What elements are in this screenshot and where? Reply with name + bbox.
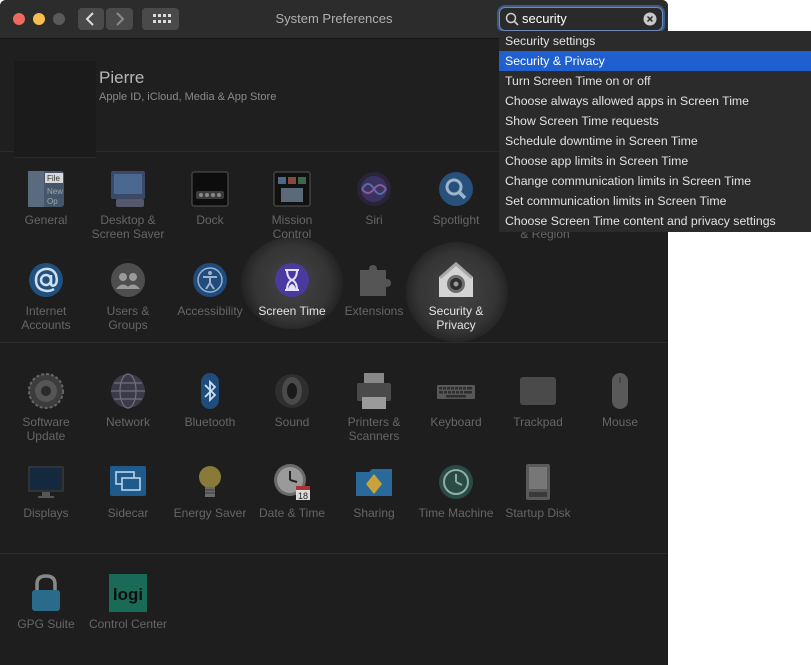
pane-label-mouse: Mouse (601, 415, 639, 429)
suggestion-item[interactable]: Choose app limits in Screen Time (499, 151, 811, 171)
pane-label-bluetooth: Bluetooth (184, 415, 236, 429)
printer-icon (357, 373, 391, 409)
users-icon (111, 263, 145, 297)
pane-label-software: Software Update (22, 415, 70, 443)
suggestion-item[interactable]: Change communication limits in Screen Ti… (499, 171, 811, 191)
suggestion-item[interactable]: Choose always allowed apps in Screen Tim… (499, 91, 811, 111)
search-icon (505, 12, 519, 26)
sharing-folder-icon (356, 469, 392, 496)
pane-label-sound: Sound (274, 415, 310, 429)
pane-label-energy: Energy Saver (173, 506, 247, 520)
pane-label-extensions: Extensions (344, 304, 404, 318)
pane-label-desktop: Desktop & Screen Saver (91, 213, 165, 241)
pane-label-control: Control Center (88, 617, 168, 631)
pane-label-mission: Mission Control (271, 213, 313, 241)
speaker-icon (275, 374, 309, 408)
pane-label-keyboard: Keyboard (430, 415, 482, 429)
clear-search-icon[interactable] (643, 12, 657, 26)
pane-label-accessibility: Accessibility (177, 304, 243, 318)
spotlight-icon (439, 172, 473, 206)
general-icon-new: New (47, 187, 63, 196)
trackpad-icon (520, 377, 556, 405)
pane-label-security: Security & Privacy (428, 304, 484, 332)
pane-label-dock: Dock (196, 213, 224, 227)
pane-label-datetime: Date & Time (258, 506, 326, 520)
at-sign-icon (29, 263, 63, 297)
siri-icon (357, 172, 391, 206)
suggestion-item[interactable]: Choose Screen Time content and privacy s… (499, 211, 811, 231)
search-suggestions-menu: Security settings Security & Privacy Tur… (499, 31, 811, 232)
pane-label-displays: Displays (23, 506, 69, 520)
general-icon-file: File (47, 174, 60, 183)
pane-label-printers: Printers & Scanners (347, 415, 401, 443)
logi-logo-icon: logi (109, 574, 147, 612)
sidecar-icon (110, 466, 146, 496)
pane-label-network: Network (105, 415, 150, 429)
hardware-prefs-section (0, 343, 668, 554)
disk-icon (526, 464, 550, 500)
mission-control-icon (273, 171, 311, 207)
pane-label-siri: Siri (365, 213, 383, 227)
logi-text: logi (113, 585, 143, 604)
pane-label-internet: Internet Accounts (21, 304, 71, 332)
pane-label-spotlight: Spotlight (432, 213, 480, 227)
pane-label-gpg: GPG Suite (17, 617, 75, 631)
globe-icon (111, 373, 145, 409)
mouse-icon (612, 373, 628, 409)
suggestion-item[interactable]: Set communication limits in Screen Time (499, 191, 811, 211)
other-prefs-section (0, 554, 668, 665)
keyboard-icon (437, 385, 475, 399)
desktop-icon (111, 171, 145, 207)
general-icon-open: Op (47, 197, 58, 206)
pane-label-timemachine: Time Machine (418, 506, 494, 520)
hourglass-icon (275, 263, 309, 297)
puzzle-icon (360, 265, 391, 296)
time-machine-icon (439, 465, 473, 499)
gear-icon (28, 373, 64, 409)
pane-label-screentime: Screen Time (258, 304, 326, 318)
user-subtitle: Apple ID, iCloud, Media & App Store (99, 91, 277, 103)
calendar-day: 18 (298, 491, 308, 501)
display-icon (28, 466, 64, 498)
general-icon: File New Op (28, 171, 64, 207)
dock-icon (191, 171, 229, 207)
pane-label-users: Users & Groups (106, 304, 150, 332)
pane-label-sharing: Sharing (353, 506, 395, 520)
suggestion-item[interactable]: Show Screen Time requests (499, 111, 811, 131)
pane-label-trackpad: Trackpad (513, 415, 563, 429)
clock-icon: 18 (274, 464, 310, 501)
bluetooth-icon (201, 373, 219, 409)
search-field[interactable] (499, 7, 663, 31)
suggestion-item-selected[interactable]: Security & Privacy (499, 51, 811, 71)
suggestion-item[interactable]: Security settings (499, 31, 811, 51)
search-input[interactable] (522, 10, 638, 27)
suggestion-item[interactable]: Turn Screen Time on or off (499, 71, 811, 91)
lightbulb-icon (199, 466, 221, 497)
house-lock-icon (439, 262, 473, 297)
pane-label-general: General (24, 213, 68, 227)
suggestion-item[interactable]: Schedule downtime in Screen Time (499, 131, 811, 151)
lock-icon (32, 574, 60, 611)
avatar (14, 61, 96, 158)
accessibility-icon (193, 263, 227, 297)
pane-label-startup: Startup Disk (505, 506, 571, 520)
user-name: Pierre (99, 68, 145, 87)
pane-label-sidecar: Sidecar (107, 506, 149, 520)
